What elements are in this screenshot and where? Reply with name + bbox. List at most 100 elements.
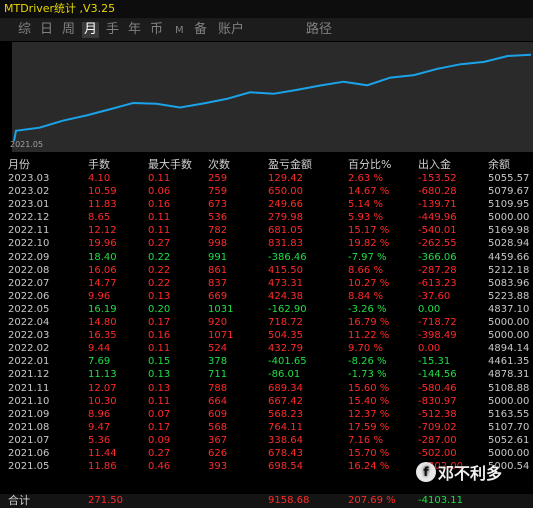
cell-pct: -7.97 % xyxy=(348,251,387,263)
cell-month: 2022.06 xyxy=(8,290,50,302)
cell-pnl: 831.83 xyxy=(268,238,303,250)
cell-month: 2021.12 xyxy=(8,369,50,381)
cell-bal: 5108.88 xyxy=(488,382,530,394)
cell-count: 609 xyxy=(208,408,228,420)
table-body: 2023.03 4.10 0.11 259 129.42 2.63 % -153.52 505… xyxy=(0,172,533,473)
table-header: 月份 手数 最大手数 次数 盈亏金额 百分比% 出入金 余额 xyxy=(0,156,533,172)
cell-max: 0.06 xyxy=(148,186,171,198)
cell-pct: -1.73 % xyxy=(348,369,387,381)
cell-bal: 5000.00 xyxy=(488,317,530,329)
cell-month: 2022.07 xyxy=(8,277,50,289)
cell-count: 259 xyxy=(208,173,228,184)
tab-path[interactable]: 路径 xyxy=(306,22,332,38)
cell-flow: -830.97 xyxy=(418,395,457,407)
cell-count: 1031 xyxy=(208,303,234,315)
cell-lots: 14.80 xyxy=(88,317,117,329)
cell-bal: 5000.00 xyxy=(488,395,530,407)
cell-flow: -512.38 xyxy=(418,408,457,420)
cell-month: 2022.12 xyxy=(8,212,50,224)
cell-pct: 5.14 % xyxy=(348,199,383,211)
total-lots: 271.50 xyxy=(88,495,123,506)
tab-month[interactable]: 月 xyxy=(82,22,100,38)
header-max-lots: 最大手数 xyxy=(148,158,192,171)
cell-pnl: 718.72 xyxy=(268,317,303,329)
cell-flow: -139.71 xyxy=(418,199,457,211)
cell-max: 0.09 xyxy=(148,434,171,446)
cell-lots: 9.47 xyxy=(88,421,111,433)
cell-count: 837 xyxy=(208,277,228,289)
cell-pct: 5.93 % xyxy=(348,212,383,224)
tab-currency[interactable]: 币 xyxy=(150,22,163,38)
cell-flow: -680.28 xyxy=(418,186,457,198)
tab-week[interactable]: 周 xyxy=(62,22,75,38)
tab-account[interactable]: 账户 xyxy=(218,22,244,38)
cell-flow: -449.96 xyxy=(418,212,457,224)
cell-bal: 4837.10 xyxy=(488,303,530,315)
cell-max: 0.11 xyxy=(148,343,171,355)
cell-month: 2022.10 xyxy=(8,238,50,250)
table-row: 2021.12 11.13 0.13 711 -86.01 -1.73 % -144.56 4… xyxy=(0,368,533,381)
cell-month: 2021.10 xyxy=(8,395,50,407)
table-row: 2022.06 9.96 0.13 669 424.38 8.84 % -37.60 5223… xyxy=(0,290,533,303)
equity-line xyxy=(13,53,532,142)
tab-summary[interactable]: 综 xyxy=(18,22,31,38)
cell-month: 2022.05 xyxy=(8,303,50,315)
cell-pnl: 689.34 xyxy=(268,382,303,394)
cell-bal: 5000.00 xyxy=(488,212,530,224)
cell-max: 0.13 xyxy=(148,369,171,381)
cell-max: 0.17 xyxy=(148,421,171,433)
cell-pct: 17.59 % xyxy=(348,421,390,433)
cell-bal: 5163.55 xyxy=(488,408,530,420)
cell-flow: -366.06 xyxy=(418,251,457,263)
cell-month: 2021.06 xyxy=(8,447,50,459)
cell-count: 673 xyxy=(208,199,228,211)
total-pnl: 9158.68 xyxy=(268,495,310,506)
period-tab-bar: 综 日 周 月 手 年 币 M 备 账户 路径 xyxy=(0,19,533,41)
cell-lots: 9.44 xyxy=(88,343,111,355)
cell-pct: -8.26 % xyxy=(348,356,387,368)
cell-bal: 4894.14 xyxy=(488,343,530,355)
cell-pct: 15.17 % xyxy=(348,225,390,237)
table-row: 2021.08 9.47 0.17 568 764.11 17.59 % -709.02 51… xyxy=(0,421,533,434)
cell-bal: 5079.67 xyxy=(488,186,530,198)
total-label: 合计 xyxy=(8,494,30,507)
cell-max: 0.11 xyxy=(148,395,171,407)
cell-count: 393 xyxy=(208,461,228,473)
header-lots: 手数 xyxy=(88,158,110,171)
table-row: 2022.03 16.35 0.16 1071 504.35 11.22 % -398.49… xyxy=(0,329,533,342)
cell-lots: 8.96 xyxy=(88,408,111,420)
cell-max: 0.22 xyxy=(148,264,171,276)
cell-lots: 16.19 xyxy=(88,303,117,315)
cell-month: 2021.09 xyxy=(8,408,50,420)
cell-bal: 5055.57 xyxy=(488,173,530,184)
cell-flow: -580.46 xyxy=(418,382,457,394)
cell-month: 2022.03 xyxy=(8,330,50,342)
table-row: 2023.03 4.10 0.11 259 129.42 2.63 % -153.52 505… xyxy=(0,172,533,185)
cell-lots: 4.10 xyxy=(88,173,111,184)
cell-pct: 15.70 % xyxy=(348,447,390,459)
cell-count: 626 xyxy=(208,447,228,459)
tab-backup[interactable]: 备 xyxy=(194,22,207,38)
cell-month: 2021.11 xyxy=(8,382,50,394)
title-bar: MTDriver统计 ,V3.25 xyxy=(0,0,533,19)
table-row: 2023.01 11.83 0.16 673 249.66 5.14 % -139.71 51… xyxy=(0,198,533,211)
tab-year[interactable]: 年 xyxy=(128,22,141,38)
cell-count: 759 xyxy=(208,186,228,198)
cell-count: 568 xyxy=(208,421,228,433)
cell-pnl: 667.42 xyxy=(268,395,303,407)
cell-bal: 5028.94 xyxy=(488,238,530,250)
cell-bal: 5083.96 xyxy=(488,277,530,289)
cell-lots: 5.36 xyxy=(88,434,111,446)
cell-max: 0.15 xyxy=(148,356,171,368)
watermark: f 邓不利多 xyxy=(416,459,502,485)
cell-lots: 9.96 xyxy=(88,290,111,302)
cell-count: 788 xyxy=(208,382,228,394)
header-cash-flow: 出入金 xyxy=(418,158,451,171)
tab-day[interactable]: 日 xyxy=(40,22,53,38)
table-row: 2022.02 9.44 0.11 524 432.79 9.70 % 0.00 4894.1… xyxy=(0,342,533,355)
tab-lots[interactable]: 手 xyxy=(106,22,119,38)
table-row: 2022.05 16.19 0.20 1031 -162.90 -3.26 % 0.00 48… xyxy=(0,303,533,316)
cell-lots: 10.30 xyxy=(88,395,117,407)
tab-m[interactable]: M xyxy=(175,23,184,39)
cell-pct: 19.82 % xyxy=(348,238,390,250)
